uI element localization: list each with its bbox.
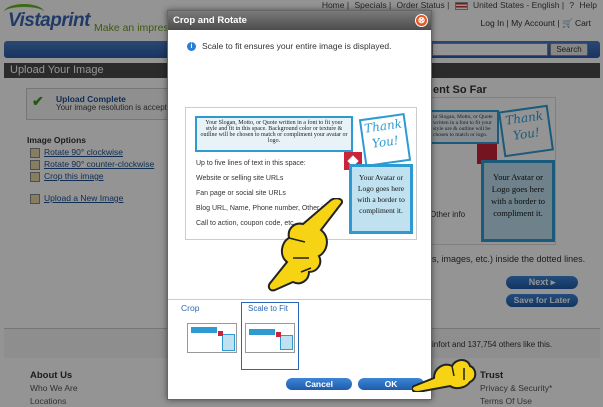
tab-scale-to-fit-label: Scale to Fit [248, 304, 289, 313]
dialog-title: Crop and Rotate [168, 11, 431, 30]
pointing-hand-icon-2 [412, 359, 477, 392]
card-line-1: Up to five lines of text in this space: [196, 160, 306, 167]
card-line-3: Fan page or social site URLs [196, 190, 286, 197]
dialog-divider [168, 299, 431, 300]
crop-thumbnail[interactable] [187, 323, 237, 353]
tab-crop[interactable]: Crop [181, 303, 199, 313]
cancel-button[interactable]: Cancel [286, 378, 352, 390]
card-thank-you: Thank You! [358, 113, 412, 167]
pointing-hand-icon [267, 198, 343, 292]
card-slogan: Your Slogan, Motto, or Quote written in … [195, 116, 353, 152]
card-avatar: Your Avatar or Logo goes here with a bor… [349, 164, 413, 234]
scale-to-fit-thumbnail[interactable] [245, 323, 295, 353]
info-text: Scale to fit ensures your entire image i… [202, 41, 392, 51]
card-line-2: Website or selling site URLs [196, 175, 284, 182]
close-icon[interactable]: ⊗ [415, 14, 428, 27]
info-icon: i [187, 42, 196, 51]
